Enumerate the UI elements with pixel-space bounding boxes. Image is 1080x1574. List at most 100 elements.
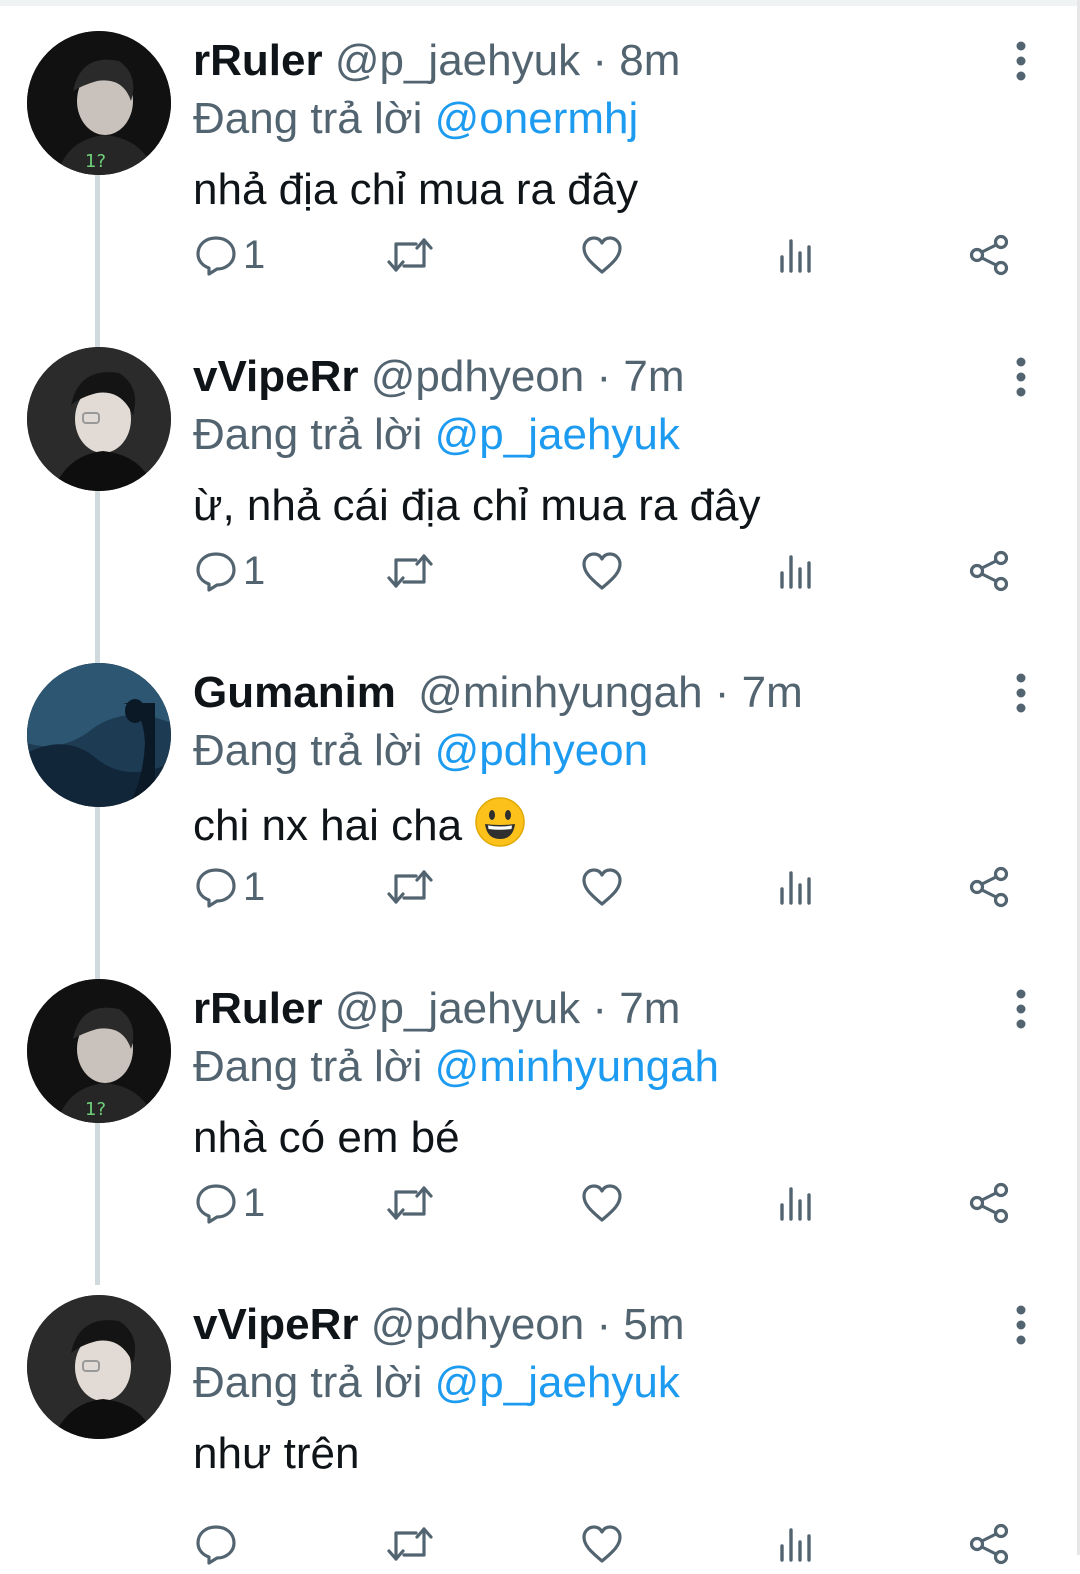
- tweet-text-content: nhả địa chỉ mua ra đây: [193, 165, 639, 214]
- avatar[interactable]: [27, 347, 171, 491]
- tweet[interactable]: Gumanim @minhyungah · 7m Đang trả lời @p…: [0, 632, 1080, 948]
- rruler-avatar: 1?: [27, 979, 171, 1123]
- display-name[interactable]: vVipeRr: [193, 1300, 359, 1349]
- views-icon: [780, 555, 811, 589]
- share-button[interactable]: [968, 541, 1010, 601]
- tweet-text-content: chi nx hai cha: [193, 801, 463, 850]
- reply-mention-link[interactable]: @p_jaehyuk: [435, 410, 680, 459]
- display-name[interactable]: Gumanim: [193, 668, 396, 717]
- tweet-header: vVipeRr @pdhyeon · 7m: [193, 352, 684, 402]
- replying-to: Đang trả lời @onermhj: [193, 94, 638, 144]
- reply-button[interactable]: [195, 1514, 243, 1574]
- like-button[interactable]: [581, 541, 623, 601]
- reply-mention-link[interactable]: @onermhj: [435, 94, 639, 143]
- replying-to: Đang trả lời @p_jaehyuk: [193, 410, 680, 460]
- tweet[interactable]: 1? rRuler @p_jaehyuk · 8m Đang trả lời @…: [0, 0, 1080, 316]
- more-icon[interactable]: [1006, 672, 1036, 714]
- reply-mention-link[interactable]: @minhyungah: [435, 1042, 719, 1091]
- reply-button[interactable]: 1: [195, 225, 265, 285]
- display-name[interactable]: rRuler: [193, 36, 323, 85]
- avatar[interactable]: 1?: [27, 979, 171, 1123]
- views-button[interactable]: [778, 857, 814, 917]
- reply-button[interactable]: 1: [195, 857, 265, 917]
- separator-dot: ·: [592, 984, 607, 1033]
- share-button[interactable]: [968, 1173, 1010, 1233]
- username[interactable]: @p_jaehyuk: [335, 984, 580, 1033]
- timestamp[interactable]: 7m: [623, 352, 684, 401]
- more-icon[interactable]: [1006, 1304, 1036, 1346]
- replying-to-label: Đang trả lời: [193, 1358, 423, 1407]
- more-icon[interactable]: [1006, 356, 1036, 398]
- action-bar: 1: [0, 1173, 1080, 1233]
- share-button[interactable]: [968, 225, 1010, 285]
- like-icon: [582, 1184, 622, 1222]
- retweet-icon: [387, 870, 433, 904]
- retweet-icon: [387, 238, 433, 272]
- like-icon: [582, 1525, 622, 1563]
- tweet-text: chi nx hai cha: [193, 796, 526, 860]
- share-icon: [969, 234, 1009, 276]
- username[interactable]: @pdhyeon: [371, 1300, 585, 1349]
- username[interactable]: @p_jaehyuk: [335, 36, 580, 85]
- retweet-button[interactable]: [386, 541, 434, 601]
- tweet-text: nhà có em bé: [193, 1112, 460, 1164]
- tweet[interactable]: 1? rRuler @p_jaehyuk · 7m Đang trả lời @…: [0, 948, 1080, 1264]
- more-icon[interactable]: [1006, 40, 1036, 82]
- tweet-header: rRuler @p_jaehyuk · 7m: [193, 984, 680, 1034]
- views-button[interactable]: [778, 225, 814, 285]
- views-icon: [780, 239, 811, 273]
- action-bar: 1: [0, 857, 1080, 917]
- reply-button[interactable]: 1: [195, 541, 265, 601]
- username[interactable]: @pdhyeon: [371, 352, 585, 401]
- views-button[interactable]: [778, 1514, 814, 1574]
- views-button[interactable]: [778, 1173, 814, 1233]
- separator-dot: ·: [592, 36, 607, 85]
- retweet-icon: [387, 1527, 433, 1561]
- avatar[interactable]: [27, 1295, 171, 1439]
- action-bar: 1: [0, 225, 1080, 285]
- username[interactable]: @minhyungah: [418, 668, 702, 717]
- tweet[interactable]: vVipeRr @pdhyeon · 7m Đang trả lời @p_ja…: [0, 316, 1080, 632]
- retweet-button[interactable]: [386, 1173, 434, 1233]
- retweet-button[interactable]: [386, 857, 434, 917]
- share-icon: [969, 550, 1009, 592]
- reply-count: 1: [243, 548, 266, 593]
- timestamp[interactable]: 7m: [619, 984, 680, 1033]
- retweet-button[interactable]: [386, 225, 434, 285]
- tweet-text-content: như trên: [193, 1429, 360, 1478]
- views-icon: [780, 1187, 811, 1221]
- share-button[interactable]: [968, 857, 1010, 917]
- retweet-button[interactable]: [386, 1514, 434, 1574]
- gumanim-avatar: [27, 663, 171, 807]
- views-icon: [780, 1528, 811, 1562]
- tweet-text: như trên: [193, 1428, 359, 1480]
- retweet-icon: [387, 1186, 433, 1220]
- views-button[interactable]: [778, 541, 814, 601]
- display-name[interactable]: vVipeRr: [193, 352, 359, 401]
- display-name[interactable]: rRuler: [193, 984, 323, 1033]
- share-icon: [969, 1182, 1009, 1224]
- avatar[interactable]: 1?: [27, 31, 171, 175]
- timestamp[interactable]: 8m: [619, 36, 680, 85]
- reply-mention-link[interactable]: @pdhyeon: [435, 726, 649, 775]
- more-icon[interactable]: [1006, 988, 1036, 1030]
- replying-to-label: Đang trả lời: [193, 1042, 423, 1091]
- avatar[interactable]: [27, 663, 171, 807]
- reply-count: 1: [243, 1180, 266, 1225]
- timestamp[interactable]: 7m: [742, 668, 803, 717]
- like-button[interactable]: [581, 857, 623, 917]
- timestamp[interactable]: 5m: [623, 1300, 684, 1349]
- like-button[interactable]: [581, 1514, 623, 1574]
- share-button[interactable]: [968, 1514, 1010, 1574]
- tweet[interactable]: vVipeRr @pdhyeon · 5m Đang trả lời @p_ja…: [0, 1264, 1080, 1565]
- reply-count: 1: [243, 864, 266, 909]
- tweet-header: rRuler @p_jaehyuk · 8m: [193, 36, 680, 86]
- like-button[interactable]: [581, 225, 623, 285]
- reply-icon: [196, 868, 236, 908]
- svg-text:1?: 1?: [85, 151, 106, 172]
- separator-dot: ·: [596, 352, 612, 401]
- like-button[interactable]: [581, 1173, 623, 1233]
- reply-mention-link[interactable]: @p_jaehyuk: [435, 1358, 680, 1407]
- reply-button[interactable]: 1: [195, 1173, 265, 1233]
- reply-icon: [196, 552, 236, 592]
